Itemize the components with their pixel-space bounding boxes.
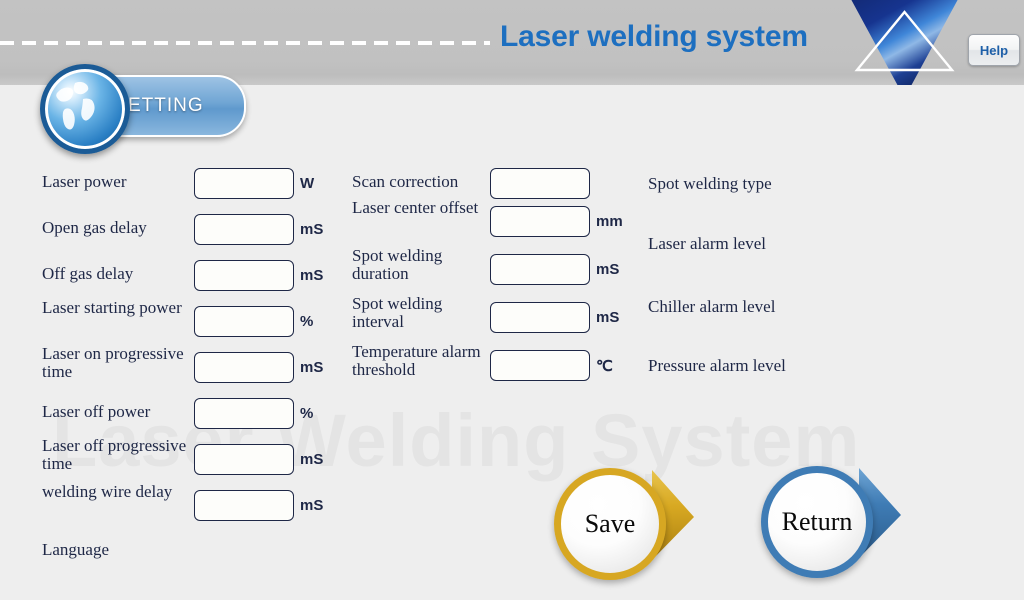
globe-icon xyxy=(40,64,130,154)
laser-welding-setting-screen: Laser welding system Help SETTING Laser … xyxy=(0,0,1024,600)
input-laser-center-offset[interactable] xyxy=(490,206,590,237)
field-label-spot-welding-interval: Spot welding interval xyxy=(352,294,443,332)
unit-laser-power: W xyxy=(300,175,315,192)
field-label-welding-wire-delay: welding wire delay xyxy=(42,482,173,501)
save-button[interactable]: Save xyxy=(548,460,708,580)
input-laser-off-power[interactable] xyxy=(194,398,294,429)
input-laser-on-progressive-time[interactable] xyxy=(194,352,294,383)
unit-off-gas-delay: mS xyxy=(300,267,324,284)
unit-laser-center-offset: mm xyxy=(596,213,623,230)
field-label-spot-welding-type: Spot welding type xyxy=(648,174,772,193)
field-label-laser-off-progressive-time: Laser off progressive time xyxy=(42,436,187,474)
input-spot-welding-duration[interactable] xyxy=(490,254,590,285)
input-scan-correction[interactable] xyxy=(490,168,590,199)
field-label-laser-power: Laser power xyxy=(42,172,127,191)
field-label-laser-center-offset: Laser center offset xyxy=(352,198,479,217)
input-spot-welding-interval[interactable] xyxy=(490,302,590,333)
input-temperature-alarm-threshold[interactable] xyxy=(490,350,590,381)
page-title: Laser welding system xyxy=(500,20,808,53)
save-button-label: Save xyxy=(554,468,666,580)
field-label-laser-off-power: Laser off power xyxy=(42,402,151,421)
unit-laser-off-progressive-time: mS xyxy=(300,451,324,468)
unit-spot-welding-interval: mS xyxy=(596,309,620,326)
field-label-language: Language xyxy=(42,540,110,559)
unit-temperature-alarm-threshold: ℃ xyxy=(596,358,613,375)
unit-laser-on-progressive-time: mS xyxy=(300,359,324,376)
field-label-chiller-alarm-level: Chiller alarm level xyxy=(648,297,776,316)
input-laser-starting-power[interactable] xyxy=(194,306,294,337)
input-off-gas-delay[interactable] xyxy=(194,260,294,291)
unit-spot-welding-duration: mS xyxy=(596,261,620,278)
field-label-scan-correction: Scan correction xyxy=(352,172,459,191)
help-button[interactable]: Help xyxy=(968,34,1020,66)
unit-laser-off-power: % xyxy=(300,405,314,422)
input-welding-wire-delay[interactable] xyxy=(194,490,294,521)
field-label-spot-welding-duration: Spot welding duration xyxy=(352,246,443,284)
triangle-logo-icon xyxy=(842,0,967,85)
field-label-pressure-alarm-level: Pressure alarm level xyxy=(648,356,786,375)
input-laser-power[interactable] xyxy=(194,168,294,199)
field-label-temperature-alarm-threshold: Temperature alarm threshold xyxy=(352,342,481,380)
unit-open-gas-delay: mS xyxy=(300,221,324,238)
field-label-laser-starting-power: Laser starting power xyxy=(42,298,182,317)
input-open-gas-delay[interactable] xyxy=(194,214,294,245)
field-label-off-gas-delay: Off gas delay xyxy=(42,264,134,283)
return-button[interactable]: Return xyxy=(755,458,915,578)
return-button-label: Return xyxy=(761,466,873,578)
field-label-open-gas-delay: Open gas delay xyxy=(42,218,147,237)
field-label-laser-on-progressive-time: Laser on progressive time xyxy=(42,344,184,382)
input-laser-off-progressive-time[interactable] xyxy=(194,444,294,475)
unit-welding-wire-delay: mS xyxy=(300,497,324,514)
field-label-laser-alarm-level: Laser alarm level xyxy=(648,234,766,253)
app-header: Laser welding system Help xyxy=(0,0,1024,85)
unit-laser-starting-power: % xyxy=(300,313,314,330)
dashed-rule-icon xyxy=(0,41,490,45)
